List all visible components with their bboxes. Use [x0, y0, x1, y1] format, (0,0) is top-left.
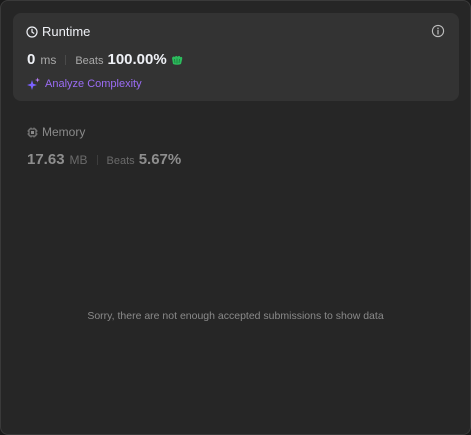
sparkle-icon — [27, 77, 40, 90]
submission-stats-panel: Runtime 0 ms Beats 100.00% Analyze Compl… — [0, 0, 471, 435]
analyze-complexity-button[interactable]: Analyze Complexity — [27, 77, 142, 90]
clock-icon — [26, 25, 38, 38]
memory-value: 17.63 — [27, 151, 65, 168]
memory-header[interactable]: Memory — [27, 125, 85, 139]
runtime-stats: 0 ms Beats 100.00% — [27, 51, 184, 68]
info-icon[interactable] — [431, 24, 445, 38]
no-data-message: Sorry, there are not enough accepted sub… — [87, 310, 384, 322]
memory-stats: 17.63 MB Beats 5.67% — [27, 151, 181, 168]
runtime-value: 0 — [27, 51, 36, 68]
divider — [65, 54, 67, 65]
chip-icon — [27, 127, 38, 138]
runtime-header: Runtime — [26, 24, 90, 39]
runtime-beats-percent: 100.00% — [107, 51, 167, 68]
medal-icon — [170, 53, 184, 67]
runtime-title: Runtime — [42, 24, 91, 39]
runtime-unit: ms — [40, 53, 57, 67]
runtime-card[interactable]: Runtime 0 ms Beats 100.00% Analyze Compl… — [13, 13, 459, 101]
memory-unit: MB — [69, 153, 88, 167]
divider — [96, 154, 98, 165]
memory-beats-percent: 5.67% — [138, 151, 182, 168]
memory-title: Memory — [42, 125, 86, 139]
runtime-beats-label: Beats — [75, 55, 104, 67]
memory-beats-label: Beats — [106, 155, 135, 167]
analyze-complexity-label: Analyze Complexity — [45, 77, 142, 90]
